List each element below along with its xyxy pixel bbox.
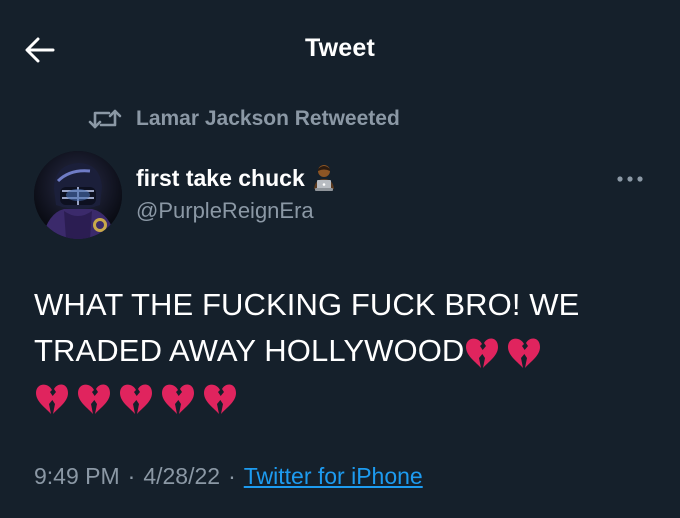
broken-heart-emoji	[506, 336, 542, 370]
avatar[interactable]	[34, 151, 122, 239]
more-options-button[interactable]	[610, 164, 650, 194]
retweet-context[interactable]: Lamar Jackson Retweeted	[88, 104, 400, 134]
broken-heart-emoji	[202, 382, 238, 416]
tweet-page: Tweet Lamar Jackson Retweeted first take…	[0, 0, 680, 518]
top-bar: Tweet	[0, 0, 680, 96]
tweet-line-2: TRADED AWAY HOLLYWOOD	[34, 328, 654, 374]
line-2-emojis	[464, 336, 548, 370]
broken-heart-emoji	[464, 336, 500, 370]
tweet-line-1: WHAT THE FUCKING FUCK BRO! WE	[34, 287, 580, 322]
broken-heart-emoji	[160, 382, 196, 416]
author-name-text: first take chuck	[136, 164, 305, 191]
broken-heart-emoji	[118, 382, 154, 416]
more-dots-icon	[617, 176, 643, 182]
author-name[interactable]: first take chuck	[136, 163, 339, 193]
man-technologist-emoji	[309, 163, 339, 193]
meta-separator: ·	[228, 463, 236, 489]
tweet-date: 4/28/22	[143, 463, 221, 489]
broken-heart-emoji	[76, 382, 112, 416]
line-3-emojis	[34, 382, 244, 416]
tweet-text: WHAT THE FUCKING FUCK BRO! WE TRADED AWA…	[34, 282, 654, 420]
football-helmet-avatar	[34, 151, 122, 239]
page-title: Tweet	[305, 34, 375, 62]
tweet-line-3	[34, 374, 654, 420]
meta-separator: ·	[127, 463, 136, 489]
retweet-icon	[88, 104, 122, 134]
broken-heart-emoji	[34, 382, 70, 416]
tweet-time: 9:49 PM	[34, 463, 120, 489]
tweet-meta: 9:49 PM · 4/28/22 · Twitter for iPhone	[34, 463, 423, 490]
author-handle[interactable]: @PurpleReignEra	[136, 198, 314, 224]
tweet-source-link[interactable]: Twitter for iPhone	[244, 463, 423, 489]
retweet-label: Lamar Jackson Retweeted	[136, 107, 400, 130]
tweet-line-2-text: TRADED AWAY HOLLYWOOD	[34, 333, 465, 368]
